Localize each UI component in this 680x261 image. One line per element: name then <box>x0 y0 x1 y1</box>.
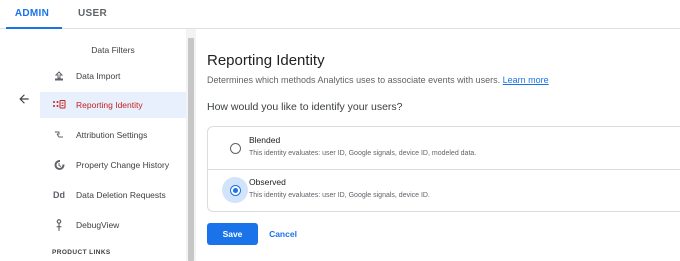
tab-user[interactable]: USER <box>78 0 107 28</box>
sidebar-scrollbar-thumb[interactable] <box>188 38 194 261</box>
sidebar-item-data-deletion-requests[interactable]: Dd Data Deletion Requests <box>40 182 186 208</box>
sidebar-item-label: DebugView <box>76 220 120 230</box>
page-description: Determines which methods Analytics uses … <box>207 75 549 85</box>
sidebar-group-label: PRODUCT LINKS <box>52 249 111 256</box>
left-rail <box>0 29 40 261</box>
page-title: Reporting Identity <box>207 52 325 69</box>
debug-icon <box>52 218 66 232</box>
learn-more-link[interactable]: Learn more <box>503 75 549 85</box>
arrow-back-icon <box>19 94 29 104</box>
sidebar-item-label: Attribution Settings <box>76 130 148 140</box>
sidebar-item-label: Data Import <box>76 71 121 81</box>
history-icon <box>52 158 66 172</box>
sidebar-item-reporting-identity[interactable]: Reporting Identity <box>40 92 186 118</box>
radio-blended-wrap[interactable] <box>222 135 248 161</box>
sidebar-item-property-change-history[interactable]: Property Change History <box>40 152 186 178</box>
sidebar-item-label: Reporting Identity <box>76 100 143 110</box>
top-tab-bar: ADMIN USER <box>0 0 680 29</box>
sidebar-item-label: Property Change History <box>76 160 170 170</box>
upload-icon <box>52 69 66 83</box>
back-button[interactable] <box>12 87 36 111</box>
radio-observed[interactable] <box>229 184 241 196</box>
admin-sidebar: Data Filters Data Import Reporting Ident… <box>40 29 186 261</box>
tab-admin[interactable]: ADMIN <box>0 0 64 29</box>
main-content: Reporting Identity Determines which meth… <box>196 29 680 261</box>
option-description: This identity evaluates: user ID, Google… <box>249 150 477 157</box>
sidebar-item-attribution-settings[interactable]: Attribution Settings <box>40 122 186 148</box>
option-title: Observed <box>249 177 286 187</box>
save-button[interactable]: Save <box>207 223 258 245</box>
sidebar-item-data-import[interactable]: Data Import <box>40 63 186 89</box>
radio-observed-wrap[interactable] <box>222 177 248 203</box>
description-text: Determines which methods Analytics uses … <box>207 75 501 85</box>
cancel-button[interactable]: Cancel <box>262 223 304 245</box>
option-title: Blended <box>249 135 281 145</box>
option-description: This identity evaluates: user ID, Google… <box>249 192 430 199</box>
identity-options-card: Blended This identity evaluates: user ID… <box>207 126 680 212</box>
identity-question: How would you like to identify your user… <box>207 101 403 113</box>
reporting-identity-icon <box>52 98 66 112</box>
attribution-icon <box>52 128 66 142</box>
option-blended[interactable]: Blended This identity evaluates: user ID… <box>208 127 680 170</box>
sidebar-item-label: Data Deletion Requests <box>76 190 166 200</box>
sidebar-item-debugview[interactable]: DebugView <box>40 212 186 238</box>
option-observed[interactable]: Observed This identity evaluates: user I… <box>208 169 680 211</box>
sidebar-section-title: Data Filters <box>91 45 135 55</box>
dd-icon: Dd <box>53 190 65 200</box>
radio-blended[interactable] <box>229 142 241 154</box>
